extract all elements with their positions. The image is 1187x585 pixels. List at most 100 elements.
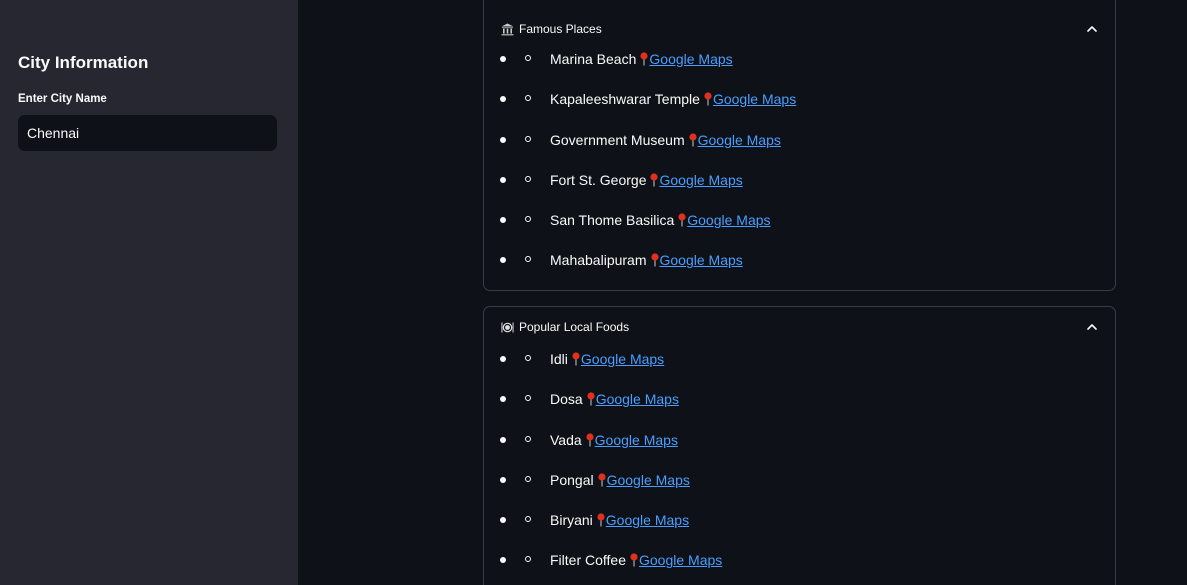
bullet-circle — [525, 175, 531, 182]
bullet-circle — [525, 216, 531, 223]
google-maps-link[interactable]: Google Maps — [583, 391, 679, 407]
google-maps-link[interactable]: Google Maps — [674, 212, 771, 229]
google-maps-link[interactable]: Google Maps — [647, 252, 743, 268]
item-name: Fort St. George — [550, 171, 647, 188]
map-pin-icon — [704, 92, 712, 106]
google-maps-link[interactable]: Google Maps — [685, 132, 781, 148]
map-pin-icon — [689, 132, 697, 147]
google-maps-link-label: Google Maps — [594, 431, 678, 448]
sidebar: City Information Enter City Name — [0, 0, 298, 585]
google-maps-link[interactable]: Google Maps — [593, 512, 689, 528]
sidebar-title: City Information — [18, 53, 149, 72]
local-foods-title: Popular Local Foods — [519, 320, 630, 334]
famous-places-list: Marina Beach Google Maps Kapaleeshwarar Te… — [484, 49, 1115, 291]
google-maps-link[interactable]: Google Maps — [700, 91, 796, 107]
bullet-circle — [525, 475, 531, 482]
item-text: Marina Beach Google Maps — [550, 49, 733, 69]
classical-building-icon — [500, 22, 514, 36]
item-name: Filter Coffee — [550, 552, 626, 569]
google-maps-link-label: Google Maps — [605, 512, 690, 529]
bullet-disc — [500, 396, 506, 403]
list-item: Mahabalipuram Google Maps — [484, 250, 1115, 290]
item-text: Dosa Google Maps — [550, 389, 679, 409]
bullet-circle — [525, 435, 531, 442]
item-name: Mahabalipuram — [550, 252, 647, 269]
bullet-disc — [500, 517, 506, 524]
map-pin-icon — [630, 553, 638, 567]
city-name-input[interactable] — [18, 115, 277, 151]
main-content: Famous Places Marina Beach Google Maps Kap… — [298, 0, 1187, 585]
map-pin-icon — [597, 473, 606, 487]
list-item: Dosa Google Maps — [484, 389, 1115, 429]
item-text: Government Museum Google Maps — [550, 130, 781, 150]
list-item: Kapaleeshwarar Temple Google Maps — [484, 89, 1115, 129]
item-text: Filter Coffee Google Maps — [550, 550, 722, 570]
map-pin-icon — [587, 392, 595, 406]
google-maps-link[interactable]: Google Maps — [594, 472, 690, 488]
list-item: Filter Coffee Google Maps — [484, 550, 1115, 585]
chevron-up-icon[interactable] — [1085, 22, 1099, 36]
famous-places-title: Famous Places — [519, 22, 602, 36]
local-foods-list: Idli Google Maps Dosa Google Maps Vada Google… — [484, 349, 1115, 585]
google-maps-link-label: Google Maps — [659, 252, 743, 269]
item-text: San Thome Basilica Google Maps — [550, 210, 771, 230]
bullet-disc — [500, 136, 506, 143]
google-maps-link-label: Google Maps — [687, 212, 771, 229]
google-maps-link[interactable]: Google Maps — [636, 51, 733, 67]
app-root: City Information Enter City Name Famous … — [0, 0, 1187, 585]
google-maps-link-label: Google Maps — [659, 171, 743, 188]
item-name: San Thome Basilica — [550, 212, 675, 229]
google-maps-link-label: Google Maps — [580, 351, 665, 367]
list-item: Biryani Google Maps — [484, 510, 1115, 550]
google-maps-link-label: Google Maps — [649, 51, 733, 67]
famous-places-expander: Famous Places Marina Beach Google Maps Kap… — [483, 0, 1116, 291]
item-text: Fort St. George Google Maps — [550, 170, 743, 190]
list-item: Idli Google Maps — [484, 349, 1115, 389]
bullet-disc — [500, 476, 506, 483]
city-input-label: Enter City Name — [18, 93, 107, 105]
bullet-circle — [525, 516, 531, 523]
item-name: Kapaleeshwarar Temple — [550, 91, 700, 108]
google-maps-link[interactable]: Google Maps — [626, 552, 722, 568]
bullet-disc — [500, 217, 506, 224]
item-text: Kapaleeshwarar Temple Google Maps — [550, 89, 796, 109]
bullet-circle — [525, 95, 531, 102]
google-maps-link[interactable]: Google Maps — [568, 351, 664, 367]
map-pin-icon — [640, 52, 648, 66]
item-name: Marina Beach — [550, 51, 637, 67]
item-name: Idli — [550, 351, 568, 367]
map-pin-icon — [572, 352, 580, 366]
google-maps-link[interactable]: Google Maps — [582, 432, 678, 448]
local-foods-header[interactable]: Popular Local Foods — [500, 316, 1099, 338]
bullet-disc — [500, 56, 506, 62]
bullet-disc — [500, 176, 506, 183]
bullet-circle — [525, 55, 531, 61]
bullet-circle — [525, 135, 531, 142]
map-pin-icon — [586, 432, 594, 447]
bullet-disc — [500, 257, 506, 264]
item-text: Idli Google Maps — [550, 349, 664, 369]
google-maps-link-label: Google Maps — [712, 91, 797, 108]
item-text: Mahabalipuram Google Maps — [550, 250, 743, 270]
bullet-disc — [500, 356, 506, 362]
list-item: Vada Google Maps — [484, 430, 1115, 470]
google-maps-link-label: Google Maps — [606, 471, 690, 488]
map-pin-icon — [678, 213, 686, 227]
map-pin-icon — [650, 253, 659, 267]
item-name: Vada — [550, 431, 582, 448]
item-text: Pongal Google Maps — [550, 470, 690, 490]
google-maps-link[interactable]: Google Maps — [646, 171, 743, 188]
chevron-up-icon[interactable] — [1085, 320, 1099, 334]
google-maps-link-label: Google Maps — [697, 131, 781, 148]
bullet-circle — [525, 355, 531, 361]
plate-cutlery-icon — [500, 320, 514, 334]
list-item: San Thome Basilica Google Maps — [484, 210, 1115, 250]
list-item: Fort St. George Google Maps — [484, 170, 1115, 210]
local-foods-expander: Popular Local Foods Idli Google Maps Dosa G… — [483, 306, 1116, 585]
map-pin-icon — [650, 173, 659, 187]
famous-places-header[interactable]: Famous Places — [500, 18, 1099, 40]
google-maps-link-label: Google Maps — [595, 391, 679, 408]
bullet-disc — [500, 436, 506, 443]
list-item: Marina Beach Google Maps — [484, 49, 1115, 89]
bullet-circle — [525, 556, 531, 563]
